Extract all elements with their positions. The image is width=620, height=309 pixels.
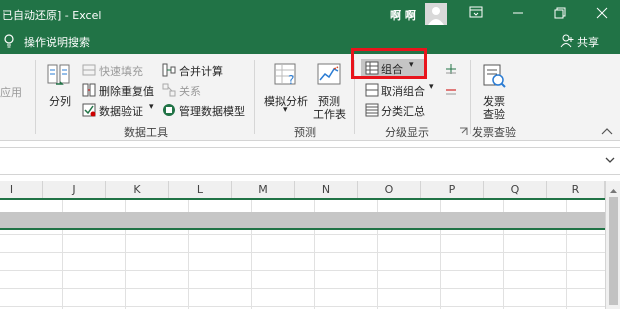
consolidate-icon[interactable] (162, 63, 176, 77)
share-button[interactable]: 共享 (577, 34, 599, 50)
svg-text:?: ? (288, 73, 294, 87)
show-detail-icon[interactable] (445, 63, 457, 75)
selected-row[interactable] (0, 212, 605, 228)
flash-fill-icon[interactable] (82, 63, 96, 77)
group-separator (254, 60, 255, 134)
column-header[interactable]: Q (484, 181, 547, 198)
flash-fill-button[interactable]: 快速填充 (99, 63, 143, 79)
subtotal-button[interactable]: 分类汇总 (381, 103, 425, 119)
group-separator (35, 60, 36, 134)
consolidate-button[interactable]: 合并计算 (179, 63, 223, 79)
invoice-check-button-line2[interactable]: 查验 (483, 106, 505, 122)
highlight-box (351, 48, 427, 79)
column-header[interactable]: M (232, 181, 295, 198)
vertical-scrollbar[interactable] (605, 181, 620, 309)
group-label-forecast: 预测 (294, 126, 316, 139)
lightbulb-icon (3, 34, 15, 48)
column-header[interactable]: P (421, 181, 484, 198)
split-columns-button[interactable]: 分列 (49, 93, 71, 109)
formula-bar[interactable] (0, 147, 620, 175)
remove-duplicates-icon[interactable] (82, 83, 96, 97)
tell-me-bar: 操作说明搜索 共享 (0, 28, 620, 54)
group-separator (470, 60, 471, 134)
column-header[interactable]: N (295, 181, 358, 198)
forecast-sheet-button-line2[interactable]: 工作表 (313, 106, 346, 122)
data-model-icon[interactable] (162, 103, 176, 117)
close-icon[interactable] (594, 6, 610, 22)
user-avatar-icon[interactable] (425, 3, 447, 25)
column-header[interactable]: R (547, 181, 605, 198)
user-name[interactable]: 啊 啊 (390, 7, 416, 23)
ribbon-display-options-icon[interactable] (468, 6, 484, 22)
forecast-sheet-icon[interactable] (316, 62, 342, 88)
text-to-columns-icon[interactable] (46, 62, 72, 88)
dialog-launcher-icon[interactable] (459, 126, 468, 135)
expand-formula-bar-icon[interactable] (604, 154, 616, 166)
ungroup-icon[interactable] (365, 83, 379, 97)
selection-border (0, 228, 605, 230)
chevron-down-icon[interactable]: ▾ (149, 102, 154, 112)
ungroup-button[interactable]: 取消组合 (381, 83, 425, 99)
collapse-ribbon-icon[interactable] (601, 126, 613, 136)
hide-detail-icon[interactable] (445, 84, 457, 96)
chevron-down-icon[interactable]: ▾ (429, 82, 434, 92)
column-header[interactable]: J (43, 181, 106, 198)
invoice-check-icon[interactable] (481, 63, 507, 89)
group-label-data-tools: 数据工具 (124, 126, 168, 139)
manage-data-model-button[interactable]: 管理数据模型 (179, 103, 245, 119)
column-headers: I J K L M N O P Q R (0, 181, 620, 199)
person-add-icon[interactable] (560, 34, 574, 48)
scroll-up-icon[interactable] (609, 185, 618, 193)
group-label-invoice: 发票查验 (472, 126, 516, 139)
title-bar: 已自动还原] - Excel 啊 啊 (0, 0, 620, 28)
remove-duplicates-button[interactable]: 删除重复值 (99, 83, 154, 99)
window-title: 已自动还原] - Excel (2, 9, 102, 22)
data-validation-button[interactable]: 数据验证 (99, 103, 143, 119)
scroll-thumb[interactable] (609, 197, 618, 305)
relationships-button[interactable]: 关系 (179, 83, 201, 99)
ribbon: 应用 分列 快速填充 删除重复值 数据验证 ▾ 合并计算 关系 管理数据模型 数… (0, 48, 620, 141)
what-if-analysis-icon[interactable]: ? (273, 62, 299, 88)
restore-icon[interactable] (552, 6, 568, 22)
data-validation-icon[interactable] (82, 103, 96, 117)
tell-me-search[interactable]: 操作说明搜索 (24, 34, 90, 50)
group-label-outline: 分级显示 (385, 126, 429, 139)
apply-button[interactable]: 应用 (0, 84, 22, 100)
chevron-down-icon[interactable]: ▾ (283, 105, 288, 115)
selection-border (0, 198, 605, 200)
minimize-icon[interactable] (510, 6, 526, 22)
column-header[interactable]: I (0, 181, 43, 198)
relationships-icon[interactable] (162, 83, 176, 97)
column-header[interactable]: O (358, 181, 421, 198)
subtotal-icon[interactable] (365, 103, 379, 117)
column-header[interactable]: K (106, 181, 169, 198)
column-header[interactable]: L (169, 181, 232, 198)
